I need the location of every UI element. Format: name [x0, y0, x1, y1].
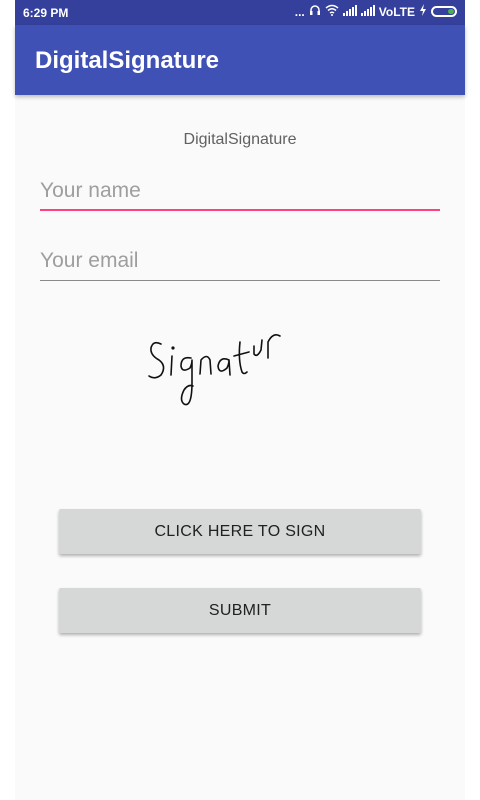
signature-image	[135, 320, 315, 420]
network-label: VoLTE	[378, 4, 415, 19]
app-bar: DigitalSignature	[15, 25, 465, 95]
signal-icon	[360, 4, 375, 19]
charging-icon	[419, 4, 427, 19]
headphones-icon	[309, 4, 321, 19]
status-icons: ... VoLTE	[295, 4, 457, 19]
signal-icon	[342, 4, 357, 19]
main-content: DigitalSignature Your name Your email CL…	[15, 95, 465, 800]
submit-button[interactable]: SUBMIT	[59, 588, 421, 633]
sign-button[interactable]: CLICK HERE TO SIGN	[59, 509, 421, 554]
screen: 6:29 PM ... VoLTE DigitalSignature Digit…	[0, 0, 480, 800]
status-bar: 6:29 PM ... VoLTE	[15, 0, 465, 25]
name-input[interactable]: Your name	[40, 177, 440, 211]
app-title: DigitalSignature	[35, 47, 220, 74]
email-input[interactable]: Your email	[40, 247, 440, 281]
battery-icon	[431, 6, 457, 17]
status-time: 6:29 PM	[23, 6, 69, 20]
more-dots-icon: ...	[294, 4, 305, 19]
form-heading: DigitalSignature	[183, 131, 297, 148]
name-placeholder: Your name	[40, 179, 141, 202]
wifi-icon	[325, 4, 339, 19]
email-placeholder: Your email	[40, 249, 139, 272]
